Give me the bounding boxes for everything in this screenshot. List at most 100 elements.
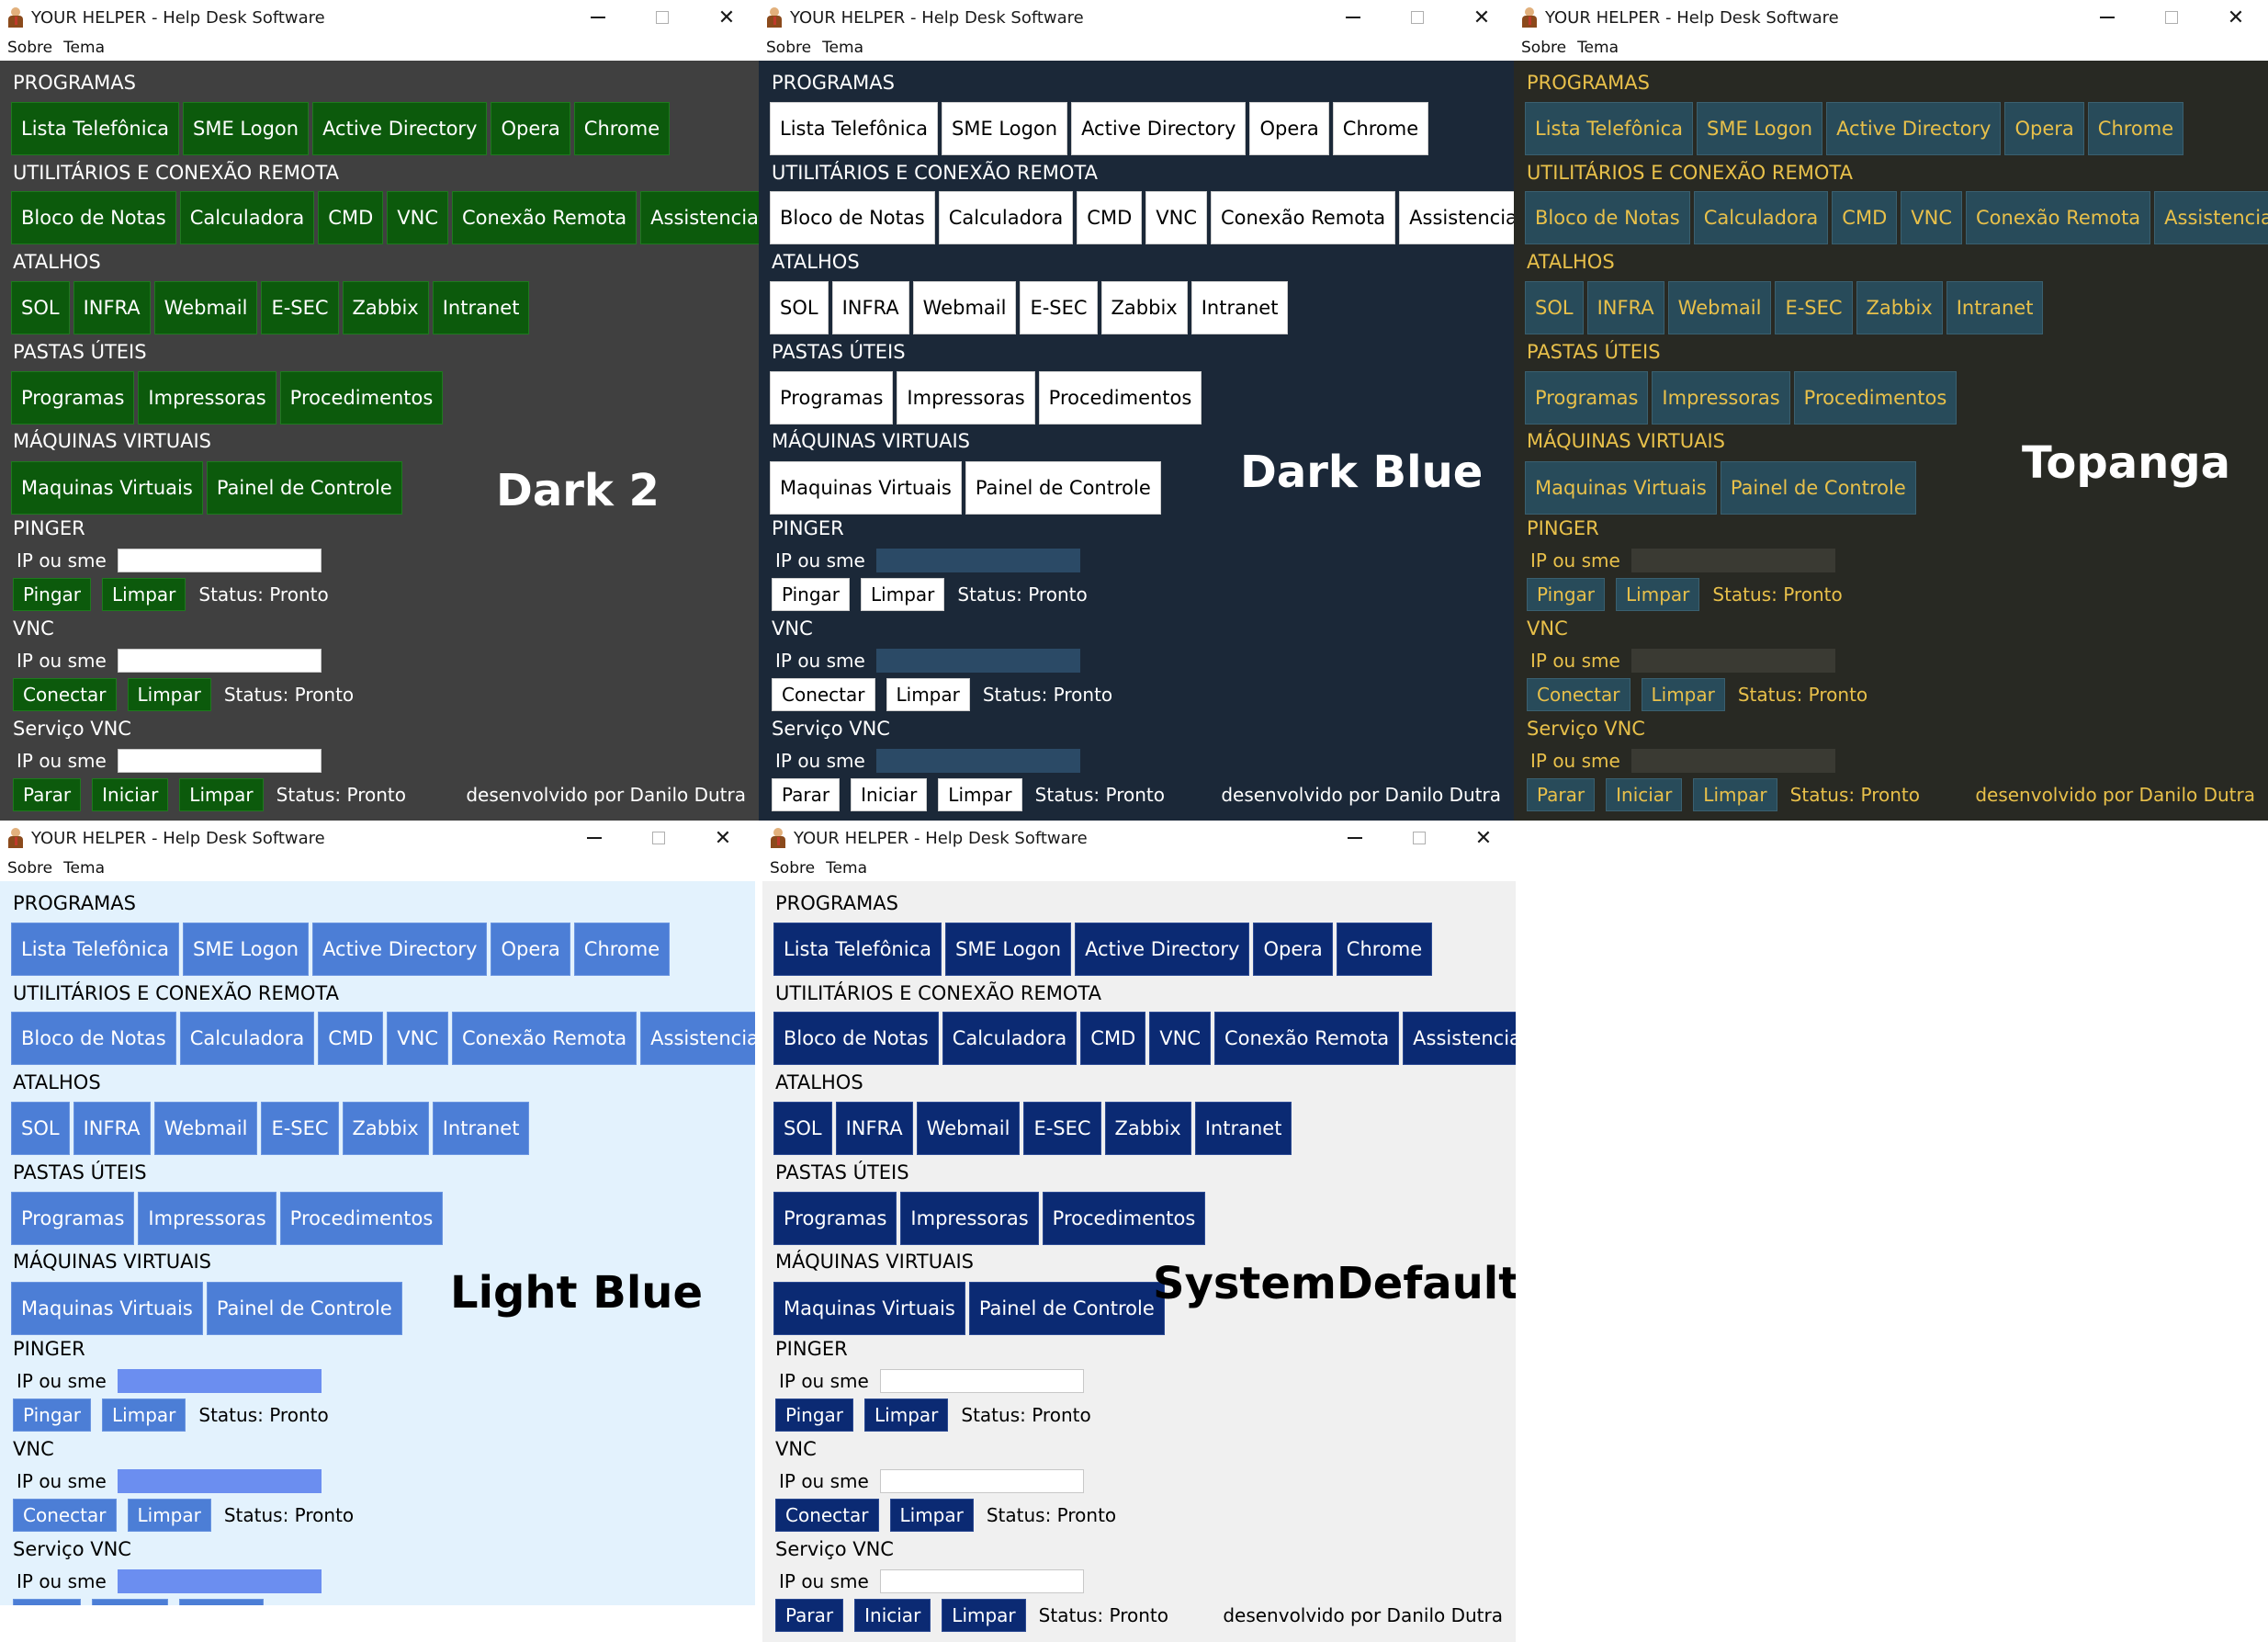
servico-vnc-limpar-button[interactable]: Limpar bbox=[942, 1599, 1026, 1632]
vnc-limpar-button[interactable]: Limpar bbox=[886, 678, 970, 711]
minimize-icon[interactable] bbox=[562, 821, 626, 855]
programas-button-1[interactable]: Lista Telefônica bbox=[11, 102, 179, 155]
vnc-limpar-button[interactable]: Limpar bbox=[889, 1499, 974, 1532]
close-icon[interactable]: ✕ bbox=[691, 821, 755, 855]
iniciar-button[interactable]: Iniciar bbox=[92, 778, 169, 811]
pastas-button-2[interactable]: Impressoras bbox=[1652, 371, 1790, 425]
programas-button-5[interactable]: Chrome bbox=[573, 923, 671, 976]
programas-button-3[interactable]: Active Directory bbox=[1071, 102, 1247, 155]
pastas-button-3[interactable]: Procedimentos bbox=[279, 1192, 444, 1245]
utilitarios-button-5[interactable]: Conexão Remota bbox=[452, 1012, 638, 1065]
pastas-button-3[interactable]: Procedimentos bbox=[1038, 371, 1202, 425]
iniciar-button[interactable]: Iniciar bbox=[854, 1599, 931, 1632]
atalhos-button-4[interactable]: E-SEC bbox=[1023, 1102, 1101, 1155]
atalhos-button-4[interactable]: E-SEC bbox=[1775, 281, 1853, 334]
utilitarios-button-4[interactable]: VNC bbox=[1145, 191, 1207, 244]
parar-button[interactable]: Parar bbox=[13, 1599, 82, 1605]
maximize-icon[interactable] bbox=[626, 821, 691, 855]
programas-button-1[interactable]: Lista Telefônica bbox=[770, 102, 938, 155]
atalhos-button-3[interactable]: Webmail bbox=[153, 1102, 258, 1155]
pinger-ip-input[interactable] bbox=[879, 1369, 1084, 1393]
iniciar-button[interactable]: Iniciar bbox=[851, 778, 928, 811]
atalhos-button-4[interactable]: E-SEC bbox=[261, 1102, 339, 1155]
pingar-button[interactable]: Pingar bbox=[1527, 578, 1606, 611]
parar-button[interactable]: Parar bbox=[775, 1599, 844, 1632]
utilitarios-button-1[interactable]: Bloco de Notas bbox=[770, 191, 935, 244]
utilitarios-button-3[interactable]: CMD bbox=[318, 1012, 384, 1065]
utilitarios-button-2[interactable]: Calculadora bbox=[938, 191, 1074, 244]
maquinas-button-1[interactable]: Maquinas Virtuais bbox=[770, 461, 962, 515]
utilitarios-button-1[interactable]: Bloco de Notas bbox=[11, 191, 176, 244]
programas-button-4[interactable]: Opera bbox=[491, 923, 570, 976]
pinger-limpar-button[interactable]: Limpar bbox=[1616, 578, 1700, 611]
menu-tema[interactable]: Tema bbox=[822, 39, 863, 57]
utilitarios-button-3[interactable]: CMD bbox=[1080, 1012, 1146, 1065]
maquinas-button-2[interactable]: Painel de Controle bbox=[965, 461, 1161, 515]
utilitarios-button-1[interactable]: Bloco de Notas bbox=[11, 1012, 176, 1065]
maquinas-button-1[interactable]: Maquinas Virtuais bbox=[773, 1282, 965, 1335]
programas-button-2[interactable]: SME Logon bbox=[183, 923, 310, 976]
utilitarios-button-4[interactable]: VNC bbox=[1149, 1012, 1211, 1065]
menu-sobre[interactable]: Sobre bbox=[7, 39, 52, 57]
pinger-limpar-button[interactable]: Limpar bbox=[864, 1399, 949, 1432]
pinger-ip-input[interactable] bbox=[117, 549, 322, 572]
atalhos-button-5[interactable]: Zabbix bbox=[1856, 281, 1943, 334]
programas-button-5[interactable]: Chrome bbox=[573, 102, 671, 155]
conectar-button[interactable]: Conectar bbox=[775, 1499, 879, 1532]
utilitarios-button-1[interactable]: Bloco de Notas bbox=[1525, 191, 1690, 244]
menu-sobre[interactable]: Sobre bbox=[1521, 39, 1566, 57]
servico-vnc-ip-input[interactable] bbox=[117, 749, 322, 773]
servico-vnc-limpar-button[interactable]: Limpar bbox=[179, 778, 264, 811]
utilitarios-button-5[interactable]: Conexão Remota bbox=[452, 191, 638, 244]
maquinas-button-1[interactable]: Maquinas Virtuais bbox=[11, 1282, 203, 1335]
atalhos-button-1[interactable]: SOL bbox=[773, 1102, 832, 1155]
utilitarios-button-6[interactable]: Assistencia Remota bbox=[1403, 1012, 1516, 1065]
close-icon[interactable]: ✕ bbox=[694, 0, 759, 35]
programas-button-4[interactable]: Opera bbox=[1253, 923, 1333, 976]
vnc-ip-input[interactable] bbox=[117, 649, 322, 673]
vnc-limpar-button[interactable]: Limpar bbox=[127, 678, 211, 711]
atalhos-button-2[interactable]: INFRA bbox=[73, 281, 151, 334]
vnc-ip-input[interactable] bbox=[875, 649, 1080, 673]
utilitarios-button-2[interactable]: Calculadora bbox=[942, 1012, 1078, 1065]
menu-sobre[interactable]: Sobre bbox=[770, 859, 815, 878]
iniciar-button[interactable]: Iniciar bbox=[92, 1599, 169, 1605]
vnc-ip-input[interactable] bbox=[879, 1469, 1084, 1493]
vnc-ip-input[interactable] bbox=[1630, 649, 1835, 673]
programas-button-4[interactable]: Opera bbox=[2004, 102, 2084, 155]
atalhos-button-3[interactable]: Webmail bbox=[916, 1102, 1021, 1155]
atalhos-button-2[interactable]: INFRA bbox=[1586, 281, 1664, 334]
pingar-button[interactable]: Pingar bbox=[13, 1399, 92, 1432]
utilitarios-button-6[interactable]: Assistencia Remota bbox=[2154, 191, 2268, 244]
maquinas-button-2[interactable]: Painel de Controle bbox=[206, 461, 402, 515]
programas-button-2[interactable]: SME Logon bbox=[942, 102, 1068, 155]
pastas-button-3[interactable]: Procedimentos bbox=[279, 371, 444, 425]
pastas-button-1[interactable]: Programas bbox=[1525, 371, 1649, 425]
programas-button-3[interactable]: Active Directory bbox=[1826, 102, 2002, 155]
conectar-button[interactable]: Conectar bbox=[1527, 678, 1630, 711]
vnc-ip-input[interactable] bbox=[117, 1469, 322, 1493]
utilitarios-button-5[interactable]: Conexão Remota bbox=[1211, 191, 1396, 244]
pastas-button-3[interactable]: Procedimentos bbox=[1793, 371, 1958, 425]
atalhos-button-4[interactable]: E-SEC bbox=[261, 281, 339, 334]
pingar-button[interactable]: Pingar bbox=[775, 1399, 854, 1432]
close-icon[interactable]: ✕ bbox=[1450, 0, 1514, 35]
conectar-button[interactable]: Conectar bbox=[772, 678, 875, 711]
pastas-button-3[interactable]: Procedimentos bbox=[1042, 1192, 1206, 1245]
atalhos-button-3[interactable]: Webmail bbox=[1667, 281, 1772, 334]
atalhos-button-1[interactable]: SOL bbox=[11, 1102, 70, 1155]
iniciar-button[interactable]: Iniciar bbox=[1606, 778, 1683, 811]
pinger-limpar-button[interactable]: Limpar bbox=[861, 578, 945, 611]
close-icon[interactable]: ✕ bbox=[2204, 0, 2268, 35]
programas-button-2[interactable]: SME Logon bbox=[945, 923, 1072, 976]
utilitarios-button-2[interactable]: Calculadora bbox=[179, 1012, 315, 1065]
maquinas-button-1[interactable]: Maquinas Virtuais bbox=[11, 461, 203, 515]
atalhos-button-2[interactable]: INFRA bbox=[835, 1102, 913, 1155]
utilitarios-button-3[interactable]: CMD bbox=[1832, 191, 1898, 244]
programas-button-4[interactable]: Opera bbox=[491, 102, 570, 155]
vnc-limpar-button[interactable]: Limpar bbox=[127, 1499, 211, 1532]
conectar-button[interactable]: Conectar bbox=[13, 1499, 117, 1532]
programas-button-4[interactable]: Opera bbox=[1249, 102, 1329, 155]
maximize-icon[interactable] bbox=[1385, 0, 1450, 35]
minimize-icon[interactable] bbox=[566, 0, 630, 35]
